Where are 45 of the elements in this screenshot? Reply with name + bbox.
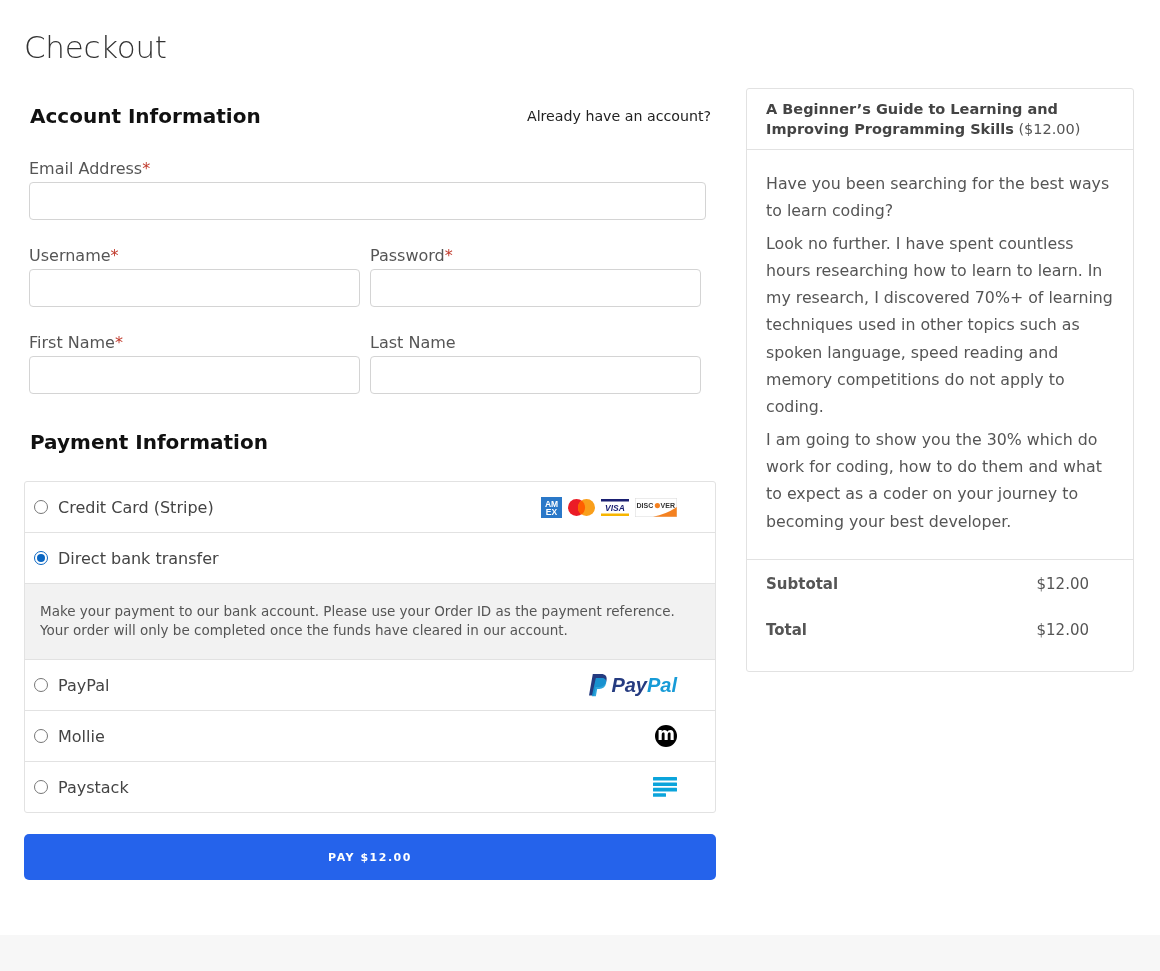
radio-button[interactable]	[34, 678, 48, 692]
payment-instructions: Make your payment to our bank account. Please use your Order ID as the payment reference. Your order will only be completed once the funds have cleared in our account.	[25, 583, 715, 659]
required-asterisk: *	[110, 246, 119, 266]
payment-option[interactable]: Direct bank transfer	[34, 548, 219, 568]
login-link[interactable]: Already have an account?	[526, 108, 711, 124]
payment-option[interactable]: Credit Card (Stripe)	[34, 497, 214, 517]
field-label: Password	[370, 246, 445, 266]
product-description: Look no further. I have spent countless hours researching how to learn to learn. In my research, I discovered 70%+ of learning techniques used in other topics such as spoken language, speed reading and memory competitions do not apply to coding.	[766, 232, 1114, 419]
payment-option[interactable]: PayPal	[34, 675, 110, 695]
stacked-bars-icon	[653, 777, 677, 797]
text-input[interactable]	[29, 182, 706, 220]
field-label: First Name	[29, 333, 115, 353]
section-heading: Account Information	[30, 103, 261, 130]
radio-button[interactable]	[34, 500, 48, 514]
mastercard-logo-icon	[568, 498, 595, 516]
section-heading: Payment Information	[30, 429, 269, 456]
total-value: $12.00	[1036, 573, 1089, 595]
visa-logo: VISA	[601, 498, 629, 516]
total-label: Total	[766, 619, 807, 641]
product-description: Have you been searching for the best ways to learn coding?	[766, 173, 1111, 223]
required-asterisk: *	[444, 246, 453, 266]
text-input[interactable]	[29, 356, 360, 394]
text-input[interactable]	[29, 269, 360, 307]
radio-button[interactable]	[34, 551, 48, 565]
payment-option[interactable]: Paystack	[34, 777, 129, 797]
field-label: Username	[29, 246, 111, 266]
field-label: Email Address	[29, 159, 143, 179]
field-label: Last Name	[370, 333, 456, 353]
product-description: I am going to show you the 30% which do work for coding, how to do them and what to expect as a coder on your journey to becoming your best developer.	[766, 428, 1103, 533]
paypal-wordmark: PayPal	[611, 674, 677, 696]
page-title: Checkout	[24, 29, 168, 65]
radio-button[interactable]	[34, 729, 48, 743]
required-asterisk: *	[142, 159, 151, 179]
total-label: Subtotal	[766, 573, 839, 595]
total-value: $12.00	[1036, 619, 1089, 641]
required-asterisk: *	[114, 333, 123, 353]
paypal-p-icon	[589, 673, 609, 697]
amex-logo: AM EX	[541, 497, 562, 518]
text-input[interactable]	[370, 269, 701, 307]
product-title: A Beginner’s Guide to Learning and Improving Programming Skills ($12.00)	[766, 100, 1082, 139]
mollie-logo: m	[655, 725, 677, 747]
pay-button[interactable]: PAY $12.00	[24, 834, 716, 880]
radio-button[interactable]	[34, 780, 48, 794]
text-input[interactable]	[370, 356, 701, 394]
payment-option[interactable]: Mollie	[34, 726, 105, 746]
